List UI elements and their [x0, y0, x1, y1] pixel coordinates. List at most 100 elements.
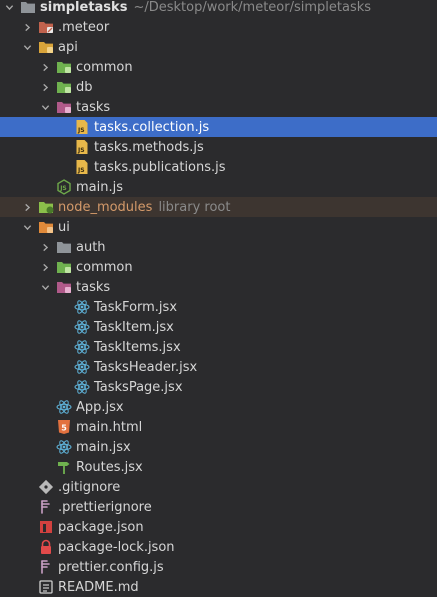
tree-folder-row[interactable]: tasks	[0, 97, 437, 117]
arrow-spacer	[58, 297, 68, 317]
folder-icon	[20, 0, 36, 15]
tree-file-row[interactable]: TaskItems.jsx	[0, 337, 437, 357]
chevron-right-icon[interactable]	[40, 237, 50, 257]
chevron-down-icon[interactable]	[22, 37, 32, 57]
tree-item-label: common	[76, 259, 133, 275]
tree-item-label: tasks.methods.js	[94, 139, 204, 155]
tree-file-row[interactable]: JS tasks.collection.js	[0, 117, 437, 137]
project-tree: simpletasks ~/Desktop/work/meteor/simplet…	[0, 0, 437, 596]
react-icon	[74, 339, 90, 355]
tree-item-label: node_modules	[58, 199, 153, 215]
tree-file-row[interactable]: Routes.jsx	[0, 457, 437, 477]
prettier-icon	[38, 499, 54, 515]
tree-item-label: .meteor	[58, 19, 110, 35]
arrow-spacer	[58, 117, 68, 137]
tree-file-row[interactable]: JS tasks.publications.js	[0, 157, 437, 177]
chevron-right-icon[interactable]	[40, 77, 50, 97]
folder-open-icon	[38, 219, 54, 235]
arrow-spacer	[22, 537, 32, 557]
tree-file-row[interactable]: prettier.config.js	[0, 557, 437, 577]
project-path: ~/Desktop/work/meteor/simpletasks	[133, 0, 372, 15]
routes-icon	[56, 459, 72, 475]
tree-folder-row[interactable]: auth	[0, 237, 437, 257]
tree-folder-row[interactable]: api	[0, 37, 437, 57]
arrow-spacer	[58, 357, 68, 377]
arrow-spacer	[22, 477, 32, 497]
tree-folder-row[interactable]: tasks	[0, 277, 437, 297]
tree-item-label: .gitignore	[58, 479, 121, 495]
tree-item-label: common	[76, 59, 133, 75]
tree-file-row[interactable]: README.md	[0, 577, 437, 597]
tree-folder-row[interactable]: common	[0, 257, 437, 277]
tree-item-label: package.json	[58, 519, 144, 535]
tree-folder-row[interactable]: common	[0, 57, 437, 77]
tree-item-label: TaskItem.jsx	[94, 319, 174, 335]
tree-file-row[interactable]: 5 main.html	[0, 417, 437, 437]
lock-icon	[38, 539, 54, 555]
arrow-spacer	[58, 317, 68, 337]
tree-file-row[interactable]: main.jsx	[0, 437, 437, 457]
arrow-spacer	[22, 557, 32, 577]
folder-icon	[56, 259, 72, 275]
tree-item-label: tasks.publications.js	[94, 159, 226, 175]
svg-text:JS: JS	[77, 167, 85, 174]
nodejs-icon: JS	[56, 179, 72, 195]
tree-file-row[interactable]: .gitignore	[0, 477, 437, 497]
chevron-down-icon[interactable]	[22, 217, 32, 237]
tree-file-row[interactable]: JS main.js	[0, 177, 437, 197]
folder-open-icon	[38, 39, 54, 55]
folder-icon	[56, 99, 72, 115]
tree-item-label: main.html	[76, 419, 143, 435]
arrow-spacer	[40, 177, 50, 197]
tree-file-row[interactable]: App.jsx	[0, 397, 437, 417]
tree-file-row[interactable]: TasksPage.jsx	[0, 377, 437, 397]
tree-item-label: ui	[58, 219, 70, 235]
chevron-down-icon[interactable]	[4, 0, 14, 17]
chevron-down-icon[interactable]	[40, 97, 50, 117]
tree-folder-row[interactable]: .meteor	[0, 17, 437, 37]
tree-file-row[interactable]: TasksHeader.jsx	[0, 357, 437, 377]
chevron-right-icon[interactable]	[40, 57, 50, 77]
tree-file-row[interactable]: TaskItem.jsx	[0, 317, 437, 337]
tree-folder-row[interactable]: node_modules library root	[0, 197, 437, 217]
tree-file-row[interactable]: .prettierignore	[0, 497, 437, 517]
folder-icon	[38, 19, 54, 35]
react-icon	[74, 299, 90, 315]
tree-folder-row[interactable]: ui	[0, 217, 437, 237]
tree-item-label: TasksPage.jsx	[94, 379, 183, 395]
tree-item-label: auth	[76, 239, 106, 255]
arrow-spacer	[58, 157, 68, 177]
tree-item-label: simpletasks	[40, 0, 128, 15]
react-icon	[56, 399, 72, 415]
readme-icon	[38, 579, 54, 595]
npm-icon	[38, 519, 54, 535]
chevron-right-icon[interactable]	[40, 257, 50, 277]
tree-item-label: README.md	[58, 579, 139, 595]
tree-file-row[interactable]: TaskForm.jsx	[0, 297, 437, 317]
arrow-spacer	[22, 517, 32, 537]
tree-folder-row[interactable]: simpletasks ~/Desktop/work/meteor/simplet…	[0, 0, 437, 17]
chevron-right-icon[interactable]	[22, 197, 32, 217]
react-icon	[74, 359, 90, 375]
tree-item-label: TasksHeader.jsx	[94, 359, 198, 375]
library-root-label: library root	[158, 199, 231, 215]
tree-item-label: api	[58, 39, 78, 55]
react-icon	[74, 319, 90, 335]
arrow-spacer	[22, 577, 32, 597]
svg-text:JS: JS	[77, 127, 85, 134]
folder-icon	[56, 79, 72, 95]
tree-item-label: tasks	[76, 279, 111, 295]
tree-file-row[interactable]: JS tasks.methods.js	[0, 137, 437, 157]
tree-file-row[interactable]: package-lock.json	[0, 537, 437, 557]
tree-item-label: tasks.collection.js	[94, 119, 210, 135]
chevron-down-icon[interactable]	[40, 277, 50, 297]
tree-folder-row[interactable]: db	[0, 77, 437, 97]
react-icon	[56, 439, 72, 455]
tree-item-label: TaskForm.jsx	[94, 299, 178, 315]
tree-file-row[interactable]: package.json	[0, 517, 437, 537]
html5-icon: 5	[56, 419, 72, 435]
chevron-right-icon[interactable]	[22, 17, 32, 37]
tree-item-label: TaskItems.jsx	[94, 339, 181, 355]
folder-icon	[56, 239, 72, 255]
tree-item-label: Routes.jsx	[76, 459, 143, 475]
